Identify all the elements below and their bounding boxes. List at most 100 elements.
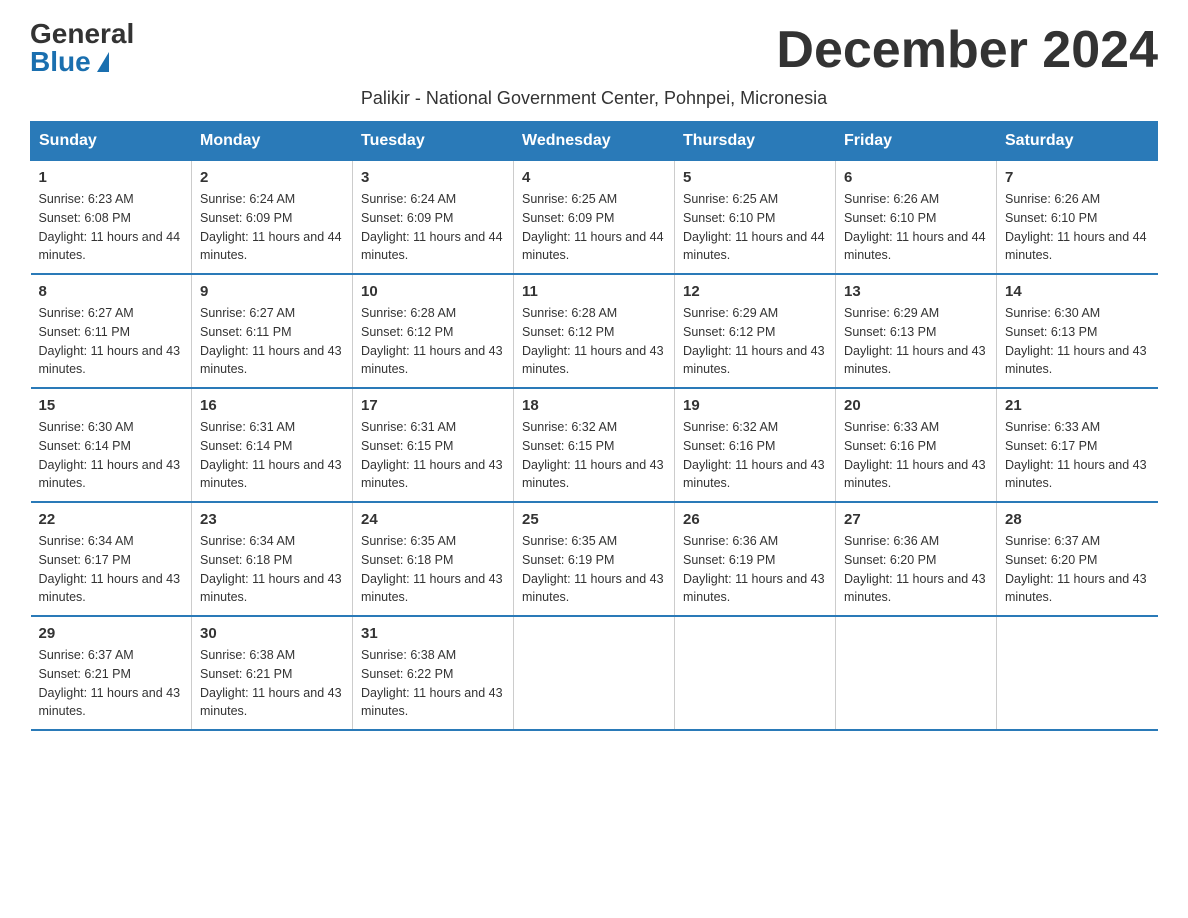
day-info: Sunrise: 6:28 AMSunset: 6:12 PMDaylight:… xyxy=(361,306,503,376)
day-number: 13 xyxy=(844,283,988,300)
day-info: Sunrise: 6:26 AMSunset: 6:10 PMDaylight:… xyxy=(1005,192,1147,262)
calendar-week-row: 15 Sunrise: 6:30 AMSunset: 6:14 PMDaylig… xyxy=(31,388,1158,502)
column-header-friday: Friday xyxy=(836,122,997,161)
day-number: 9 xyxy=(200,283,344,300)
column-header-wednesday: Wednesday xyxy=(514,122,675,161)
calendar-table: SundayMondayTuesdayWednesdayThursdayFrid… xyxy=(30,121,1158,731)
day-number: 30 xyxy=(200,625,344,642)
day-info: Sunrise: 6:28 AMSunset: 6:12 PMDaylight:… xyxy=(522,306,664,376)
day-info: Sunrise: 6:30 AMSunset: 6:14 PMDaylight:… xyxy=(39,420,181,490)
calendar-cell xyxy=(997,616,1158,730)
day-info: Sunrise: 6:30 AMSunset: 6:13 PMDaylight:… xyxy=(1005,306,1147,376)
day-info: Sunrise: 6:37 AMSunset: 6:21 PMDaylight:… xyxy=(39,648,181,718)
calendar-cell: 25 Sunrise: 6:35 AMSunset: 6:19 PMDaylig… xyxy=(514,502,675,616)
day-number: 19 xyxy=(683,397,827,414)
column-header-tuesday: Tuesday xyxy=(353,122,514,161)
day-number: 31 xyxy=(361,625,505,642)
calendar-cell: 31 Sunrise: 6:38 AMSunset: 6:22 PMDaylig… xyxy=(353,616,514,730)
calendar-cell: 9 Sunrise: 6:27 AMSunset: 6:11 PMDayligh… xyxy=(192,274,353,388)
day-info: Sunrise: 6:26 AMSunset: 6:10 PMDaylight:… xyxy=(844,192,986,262)
day-number: 1 xyxy=(39,169,184,186)
day-info: Sunrise: 6:38 AMSunset: 6:22 PMDaylight:… xyxy=(361,648,503,718)
calendar-week-row: 1 Sunrise: 6:23 AMSunset: 6:08 PMDayligh… xyxy=(31,161,1158,275)
day-number: 14 xyxy=(1005,283,1150,300)
calendar-cell: 29 Sunrise: 6:37 AMSunset: 6:21 PMDaylig… xyxy=(31,616,192,730)
logo-blue-text: Blue xyxy=(30,48,109,76)
day-info: Sunrise: 6:27 AMSunset: 6:11 PMDaylight:… xyxy=(200,306,342,376)
day-number: 25 xyxy=(522,511,666,528)
column-header-sunday: Sunday xyxy=(31,122,192,161)
calendar-cell: 10 Sunrise: 6:28 AMSunset: 6:12 PMDaylig… xyxy=(353,274,514,388)
day-info: Sunrise: 6:31 AMSunset: 6:14 PMDaylight:… xyxy=(200,420,342,490)
day-info: Sunrise: 6:29 AMSunset: 6:13 PMDaylight:… xyxy=(844,306,986,376)
day-info: Sunrise: 6:32 AMSunset: 6:16 PMDaylight:… xyxy=(683,420,825,490)
day-info: Sunrise: 6:25 AMSunset: 6:10 PMDaylight:… xyxy=(683,192,825,262)
logo-triangle-icon xyxy=(97,52,109,72)
calendar-cell: 2 Sunrise: 6:24 AMSunset: 6:09 PMDayligh… xyxy=(192,161,353,275)
calendar-cell: 12 Sunrise: 6:29 AMSunset: 6:12 PMDaylig… xyxy=(675,274,836,388)
calendar-cell: 16 Sunrise: 6:31 AMSunset: 6:14 PMDaylig… xyxy=(192,388,353,502)
calendar-cell: 26 Sunrise: 6:36 AMSunset: 6:19 PMDaylig… xyxy=(675,502,836,616)
calendar-week-row: 29 Sunrise: 6:37 AMSunset: 6:21 PMDaylig… xyxy=(31,616,1158,730)
day-number: 22 xyxy=(39,511,184,528)
calendar-cell: 8 Sunrise: 6:27 AMSunset: 6:11 PMDayligh… xyxy=(31,274,192,388)
day-number: 26 xyxy=(683,511,827,528)
calendar-cell xyxy=(514,616,675,730)
day-info: Sunrise: 6:27 AMSunset: 6:11 PMDaylight:… xyxy=(39,306,181,376)
day-number: 7 xyxy=(1005,169,1150,186)
calendar-cell: 20 Sunrise: 6:33 AMSunset: 6:16 PMDaylig… xyxy=(836,388,997,502)
day-number: 5 xyxy=(683,169,827,186)
calendar-cell: 7 Sunrise: 6:26 AMSunset: 6:10 PMDayligh… xyxy=(997,161,1158,275)
calendar-cell: 22 Sunrise: 6:34 AMSunset: 6:17 PMDaylig… xyxy=(31,502,192,616)
day-number: 20 xyxy=(844,397,988,414)
day-number: 24 xyxy=(361,511,505,528)
calendar-cell: 21 Sunrise: 6:33 AMSunset: 6:17 PMDaylig… xyxy=(997,388,1158,502)
column-header-thursday: Thursday xyxy=(675,122,836,161)
day-info: Sunrise: 6:33 AMSunset: 6:16 PMDaylight:… xyxy=(844,420,986,490)
day-number: 12 xyxy=(683,283,827,300)
day-info: Sunrise: 6:31 AMSunset: 6:15 PMDaylight:… xyxy=(361,420,503,490)
day-number: 18 xyxy=(522,397,666,414)
day-number: 8 xyxy=(39,283,184,300)
day-number: 16 xyxy=(200,397,344,414)
day-number: 29 xyxy=(39,625,184,642)
day-info: Sunrise: 6:34 AMSunset: 6:18 PMDaylight:… xyxy=(200,534,342,604)
column-header-saturday: Saturday xyxy=(997,122,1158,161)
calendar-cell: 18 Sunrise: 6:32 AMSunset: 6:15 PMDaylig… xyxy=(514,388,675,502)
day-number: 4 xyxy=(522,169,666,186)
day-info: Sunrise: 6:24 AMSunset: 6:09 PMDaylight:… xyxy=(361,192,503,262)
calendar-cell: 13 Sunrise: 6:29 AMSunset: 6:13 PMDaylig… xyxy=(836,274,997,388)
day-info: Sunrise: 6:34 AMSunset: 6:17 PMDaylight:… xyxy=(39,534,181,604)
day-number: 23 xyxy=(200,511,344,528)
calendar-cell: 3 Sunrise: 6:24 AMSunset: 6:09 PMDayligh… xyxy=(353,161,514,275)
day-number: 21 xyxy=(1005,397,1150,414)
calendar-cell: 17 Sunrise: 6:31 AMSunset: 6:15 PMDaylig… xyxy=(353,388,514,502)
day-info: Sunrise: 6:35 AMSunset: 6:19 PMDaylight:… xyxy=(522,534,664,604)
day-number: 11 xyxy=(522,283,666,300)
day-info: Sunrise: 6:36 AMSunset: 6:20 PMDaylight:… xyxy=(844,534,986,604)
calendar-cell: 19 Sunrise: 6:32 AMSunset: 6:16 PMDaylig… xyxy=(675,388,836,502)
calendar-cell: 11 Sunrise: 6:28 AMSunset: 6:12 PMDaylig… xyxy=(514,274,675,388)
page-header: General Blue December 2024 xyxy=(30,20,1158,80)
logo: General Blue xyxy=(30,20,134,76)
day-info: Sunrise: 6:32 AMSunset: 6:15 PMDaylight:… xyxy=(522,420,664,490)
calendar-week-row: 8 Sunrise: 6:27 AMSunset: 6:11 PMDayligh… xyxy=(31,274,1158,388)
calendar-cell xyxy=(675,616,836,730)
month-title: December 2024 xyxy=(776,20,1158,80)
day-number: 27 xyxy=(844,511,988,528)
calendar-cell: 14 Sunrise: 6:30 AMSunset: 6:13 PMDaylig… xyxy=(997,274,1158,388)
day-info: Sunrise: 6:37 AMSunset: 6:20 PMDaylight:… xyxy=(1005,534,1147,604)
day-number: 15 xyxy=(39,397,184,414)
day-number: 17 xyxy=(361,397,505,414)
calendar-cell: 27 Sunrise: 6:36 AMSunset: 6:20 PMDaylig… xyxy=(836,502,997,616)
location-subtitle: Palikir - National Government Center, Po… xyxy=(30,88,1158,109)
day-info: Sunrise: 6:33 AMSunset: 6:17 PMDaylight:… xyxy=(1005,420,1147,490)
day-number: 28 xyxy=(1005,511,1150,528)
logo-general-text: General xyxy=(30,20,134,48)
calendar-cell: 23 Sunrise: 6:34 AMSunset: 6:18 PMDaylig… xyxy=(192,502,353,616)
calendar-week-row: 22 Sunrise: 6:34 AMSunset: 6:17 PMDaylig… xyxy=(31,502,1158,616)
day-number: 3 xyxy=(361,169,505,186)
day-number: 2 xyxy=(200,169,344,186)
day-info: Sunrise: 6:29 AMSunset: 6:12 PMDaylight:… xyxy=(683,306,825,376)
day-info: Sunrise: 6:25 AMSunset: 6:09 PMDaylight:… xyxy=(522,192,664,262)
